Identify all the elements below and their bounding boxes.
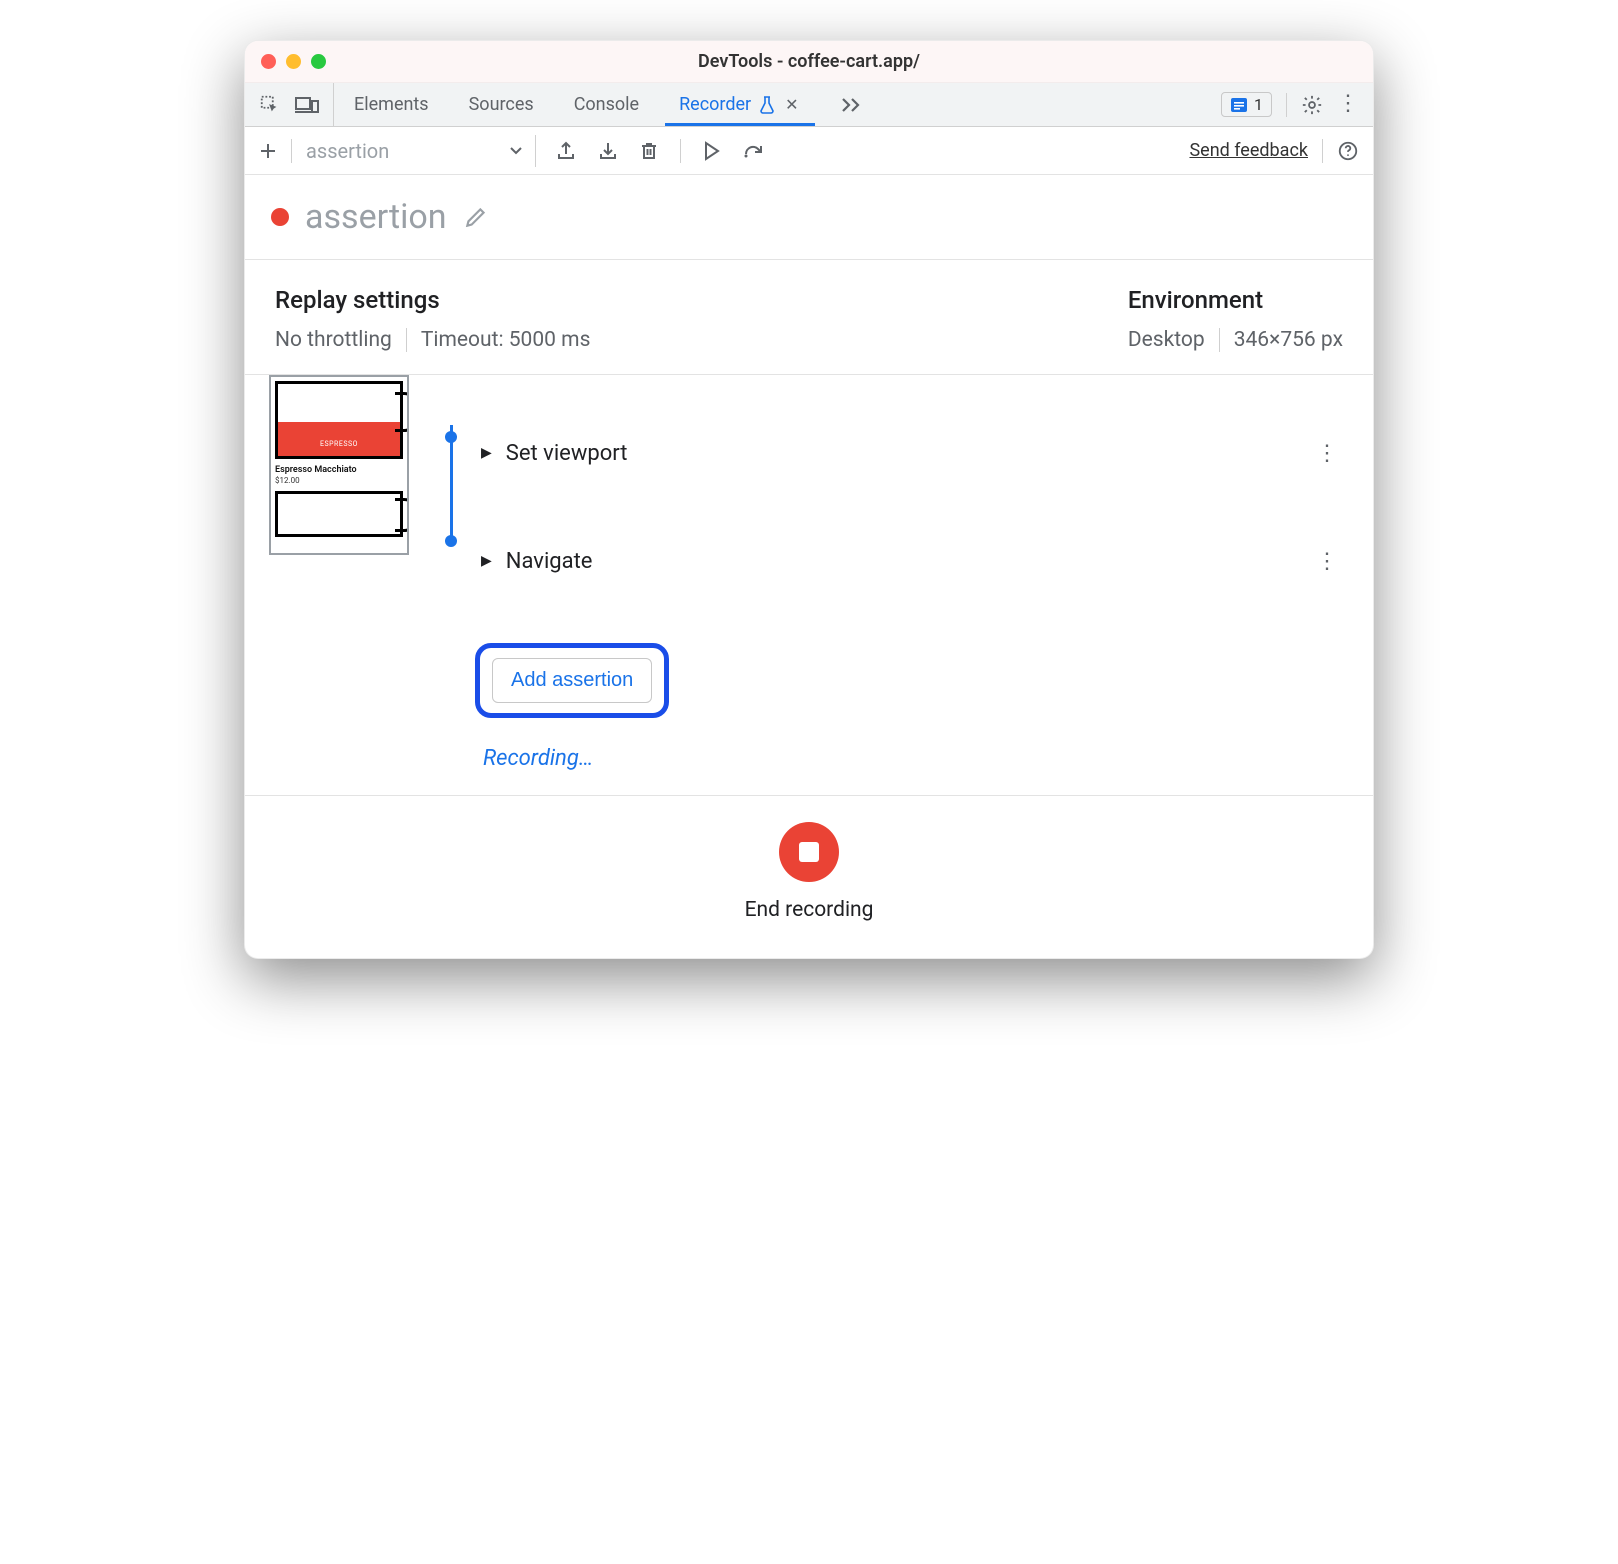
issue-icon — [1230, 97, 1248, 113]
thumbnail-caption: Espresso Macchiato — [275, 465, 403, 476]
recording-status: Recording… — [483, 746, 1343, 771]
divider — [1219, 328, 1220, 352]
step-menu-icon[interactable]: ⋮ — [1310, 549, 1343, 574]
more-tabs-button[interactable] — [821, 83, 881, 126]
expand-icon[interactable]: ▶ — [481, 553, 492, 569]
tab-console[interactable]: Console — [554, 83, 659, 126]
maximize-window-button[interactable] — [311, 54, 326, 69]
tab-recorder[interactable]: Recorder ✕ — [659, 83, 820, 126]
add-assertion-highlight: Add assertion — [475, 643, 669, 718]
divider — [1322, 139, 1323, 163]
cup-label: ESPRESSO — [278, 440, 400, 448]
edit-icon[interactable] — [463, 204, 489, 230]
divider — [291, 139, 292, 163]
steps-area: ESPRESSO Espresso Macchiato $12.00 ▶ Set… — [245, 375, 1373, 795]
send-feedback-link[interactable]: Send feedback — [1189, 140, 1308, 161]
gear-icon[interactable] — [1301, 94, 1323, 116]
minimize-window-button[interactable] — [286, 54, 301, 69]
step-label: Navigate — [506, 549, 593, 574]
close-window-button[interactable] — [261, 54, 276, 69]
divider — [406, 328, 407, 352]
export-icon[interactable] — [556, 141, 576, 161]
expand-icon[interactable]: ▶ — [481, 445, 492, 461]
traffic-lights — [245, 54, 326, 69]
issues-count: 1 — [1254, 95, 1263, 114]
settings-row: Replay settings No throttling Timeout: 5… — [245, 260, 1373, 375]
step-icon[interactable] — [743, 142, 765, 160]
replay-settings[interactable]: Replay settings No throttling Timeout: 5… — [275, 286, 590, 352]
timeline — [421, 375, 481, 795]
add-icon[interactable] — [259, 142, 277, 160]
tab-label: Sources — [469, 94, 534, 115]
cup-illustration — [275, 491, 403, 537]
play-icon[interactable] — [703, 141, 721, 161]
divider — [1286, 93, 1287, 117]
cup-illustration: ESPRESSO — [275, 381, 403, 459]
timeline-dot — [445, 535, 457, 547]
viewport-value: 346×756 px — [1234, 328, 1343, 352]
recording-selector-value: assertion — [306, 139, 389, 163]
replay-settings-header: Replay settings — [275, 286, 590, 314]
tab-label: Recorder — [679, 94, 751, 115]
help-icon[interactable] — [1337, 140, 1359, 162]
import-icon[interactable] — [598, 141, 618, 161]
step-row[interactable]: ▶ Navigate ⋮ — [481, 531, 1343, 591]
delete-icon[interactable] — [640, 141, 658, 161]
throttling-value: No throttling — [275, 328, 392, 352]
end-recording-label: End recording — [745, 898, 874, 922]
device-value: Desktop — [1128, 328, 1205, 352]
end-recording-button[interactable] — [779, 822, 839, 882]
environment-settings[interactable]: Environment Desktop 346×756 px — [1128, 286, 1343, 352]
recorder-footer: End recording — [245, 795, 1373, 958]
tab-sources[interactable]: Sources — [449, 83, 554, 126]
tab-elements[interactable]: Elements — [334, 83, 449, 126]
device-icon[interactable] — [295, 95, 319, 115]
recording-selector[interactable]: assertion — [306, 135, 536, 167]
thumbnail-column: ESPRESSO Espresso Macchiato $12.00 — [263, 375, 421, 795]
kebab-menu-icon[interactable]: ⋮ — [1337, 100, 1359, 109]
step-menu-icon[interactable]: ⋮ — [1310, 441, 1343, 466]
page-thumbnail: ESPRESSO Espresso Macchiato $12.00 — [269, 375, 409, 555]
timeout-value: Timeout: 5000 ms — [421, 328, 591, 352]
window-titlebar: DevTools - coffee-cart.app/ — [245, 41, 1373, 83]
timeline-dot — [445, 431, 457, 443]
flask-icon — [759, 96, 775, 114]
divider — [680, 139, 681, 163]
recording-header: assertion — [245, 175, 1373, 260]
recording-name: assertion — [305, 197, 447, 237]
chevron-double-right-icon — [841, 97, 861, 113]
chevron-down-icon — [509, 146, 523, 156]
recorder-toolbar: assertion Send feedback — [245, 127, 1373, 175]
step-label: Set viewport — [506, 441, 628, 466]
recording-indicator-icon — [271, 208, 289, 226]
tab-label: Elements — [354, 94, 429, 115]
issues-badge[interactable]: 1 — [1221, 92, 1272, 117]
thumbnail-price: $12.00 — [275, 476, 403, 485]
close-tab-icon[interactable]: ✕ — [783, 93, 800, 116]
add-assertion-button[interactable]: Add assertion — [492, 658, 652, 703]
tab-label: Console — [574, 94, 639, 115]
stop-icon — [799, 842, 819, 862]
inspect-icon[interactable] — [259, 94, 281, 116]
environment-header: Environment — [1128, 286, 1343, 314]
steps-list: ▶ Set viewport ⋮ ▶ Navigate ⋮ Add assert… — [481, 375, 1343, 795]
step-row[interactable]: ▶ Set viewport ⋮ — [481, 423, 1343, 483]
window-title: DevTools - coffee-cart.app/ — [245, 51, 1373, 72]
devtools-tabstrip: Elements Sources Console Recorder ✕ — [245, 83, 1373, 127]
devtools-window: DevTools - coffee-cart.app/ Elements Sou… — [244, 40, 1374, 959]
